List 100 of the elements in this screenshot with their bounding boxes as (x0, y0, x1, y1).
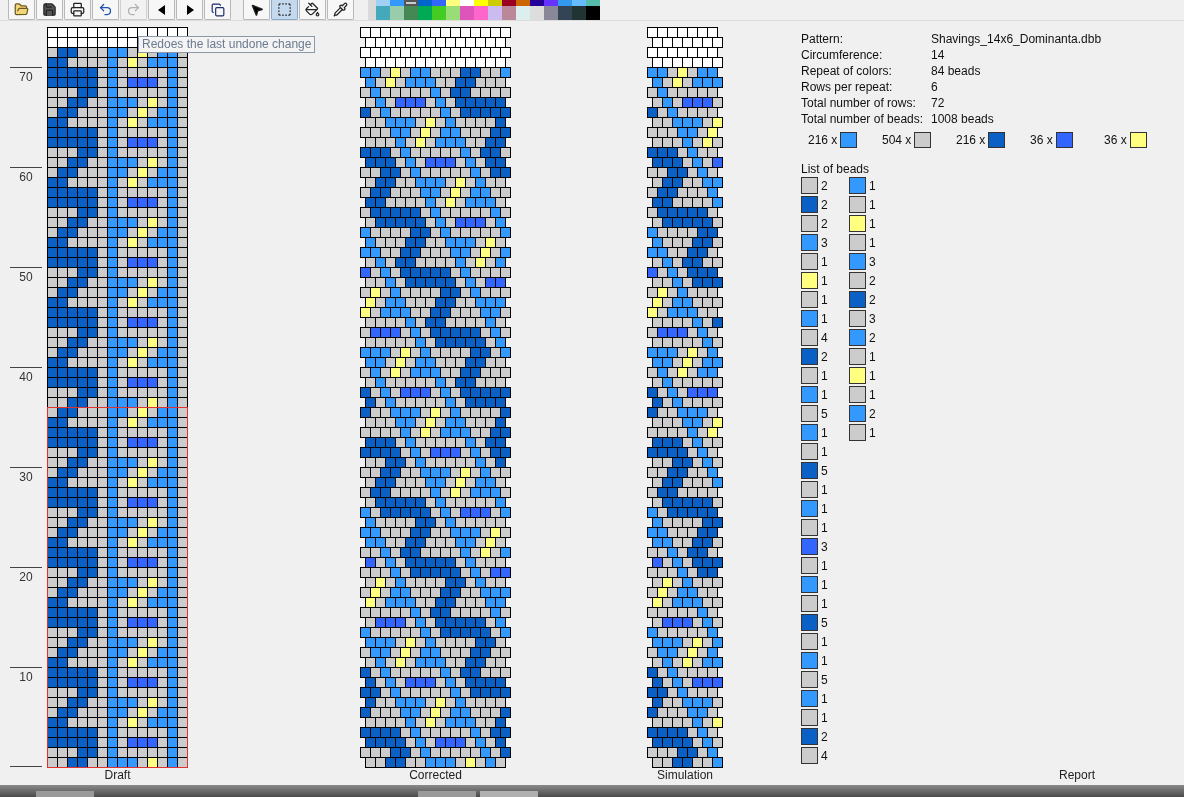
bead-count: 3 (869, 253, 876, 270)
color-swatch[interactable] (460, 6, 474, 20)
color-swatch[interactable] (488, 6, 502, 20)
bead-count: 2 (869, 291, 876, 308)
color-swatch[interactable] (460, 0, 474, 6)
color-swatch[interactable] (572, 6, 586, 20)
color-swatch[interactable] (558, 6, 572, 20)
color-swatch[interactable] (376, 0, 390, 6)
bead-count: 1 (821, 576, 828, 593)
color-swatch[interactable] (404, 6, 418, 20)
report-value: 72 (931, 95, 945, 111)
taskbar-button[interactable] (418, 791, 476, 797)
bead-count: 2 (821, 196, 828, 213)
color-swatch[interactable] (418, 0, 432, 6)
color-swatch[interactable] (376, 6, 390, 20)
report-label: Total number of beads: (801, 111, 925, 127)
bead-count: 1 (821, 709, 828, 726)
color-swatch[interactable] (474, 6, 488, 20)
list-title: List of beads (801, 162, 871, 176)
toolbar-button[interactable] (8, 0, 35, 20)
color-swatch[interactable] (558, 0, 572, 6)
bead-count: 1 (821, 557, 828, 574)
bead-count: 1 (821, 272, 828, 289)
folder-icon (14, 2, 29, 17)
bead-count: 2 (869, 405, 876, 422)
toolbar-button[interactable] (176, 0, 203, 20)
panel-label: Report (1058, 768, 1095, 783)
bead-count: 1 (821, 500, 828, 517)
color-swatch[interactable] (516, 0, 530, 6)
panel-label: Corrected (409, 768, 462, 783)
bead-count: 1 (869, 196, 876, 213)
color-swatch[interactable] (404, 0, 418, 6)
report-value: 14 (931, 47, 945, 63)
toolbar-button[interactable] (36, 0, 63, 20)
pointer-icon (249, 2, 264, 17)
color-swatch[interactable] (586, 0, 600, 6)
bead-count: 1 (821, 519, 828, 536)
selection-icon (277, 2, 292, 17)
left-triangle-icon (157, 4, 166, 15)
toolbar-button[interactable] (299, 0, 326, 20)
color-swatch[interactable] (446, 6, 460, 20)
color-swatch[interactable] (516, 6, 530, 20)
color-swatch[interactable] (502, 0, 516, 6)
bead-count: 2 (869, 272, 876, 289)
bead-count: 5 (821, 405, 828, 422)
bead-count: 2 (821, 728, 828, 745)
redo-icon (126, 2, 141, 17)
row-number: 20 (19, 570, 33, 586)
bead-count: 5 (821, 614, 828, 631)
row-number: 50 (19, 270, 33, 286)
bead-count: 1 (869, 367, 876, 384)
bead-count: 1 (869, 234, 876, 251)
toolbar-button[interactable] (327, 0, 354, 20)
toolbar-button[interactable] (64, 0, 91, 20)
color-count: 216 x (956, 132, 986, 148)
bead-count: 3 (821, 234, 828, 251)
taskbar-button[interactable] (36, 791, 94, 797)
report-value: Shavings_14x6_Dominanta.dbb (931, 31, 1102, 47)
color-swatch[interactable] (390, 6, 404, 20)
bead-count: 1 (869, 177, 876, 194)
color-swatch[interactable] (544, 6, 558, 20)
bead-count: 2 (869, 329, 876, 346)
bead-count: 3 (821, 538, 828, 555)
color-swatch[interactable] (418, 6, 432, 20)
toolbar-button[interactable] (204, 0, 231, 20)
bead-count: 1 (821, 310, 828, 327)
report-value: 6 (931, 79, 938, 95)
color-swatch[interactable] (432, 6, 446, 20)
color-swatch[interactable] (390, 0, 404, 6)
color-swatch[interactable] (572, 0, 586, 6)
toolbar-button[interactable] (243, 0, 270, 20)
color-swatch[interactable] (446, 0, 460, 6)
color-count: 36 x (1030, 132, 1053, 148)
color-swatch[interactable] (502, 6, 516, 20)
bead-count: 1 (821, 443, 828, 460)
color-count: 504 x (882, 132, 912, 148)
undo-icon (98, 2, 113, 17)
copy-icon (210, 2, 225, 17)
bead-count: 1 (869, 215, 876, 232)
toolbar-button[interactable] (148, 0, 175, 20)
toolbar-button[interactable] (92, 0, 119, 20)
color-swatch[interactable] (488, 0, 502, 6)
color-swatch[interactable] (432, 0, 446, 6)
report-value: 84 beads (931, 63, 981, 79)
save-icon (42, 2, 57, 17)
color-swatch[interactable] (530, 0, 544, 6)
color-swatch[interactable] (474, 0, 488, 6)
color-swatch[interactable] (530, 6, 544, 20)
bead-count: 1 (821, 652, 828, 669)
bead-count: 2 (821, 177, 828, 194)
bead-count: 1 (821, 633, 828, 650)
report-value: 1008 beads (931, 111, 994, 127)
color-count: 36 x (1104, 132, 1127, 148)
taskbar-button[interactable] (480, 791, 538, 797)
bead-count: 3 (869, 310, 876, 327)
bead-count: 5 (821, 671, 828, 688)
color-swatch[interactable] (544, 0, 558, 6)
bead-count: 1 (821, 424, 828, 441)
row-number: 10 (19, 670, 33, 686)
color-swatch[interactable] (586, 6, 600, 20)
